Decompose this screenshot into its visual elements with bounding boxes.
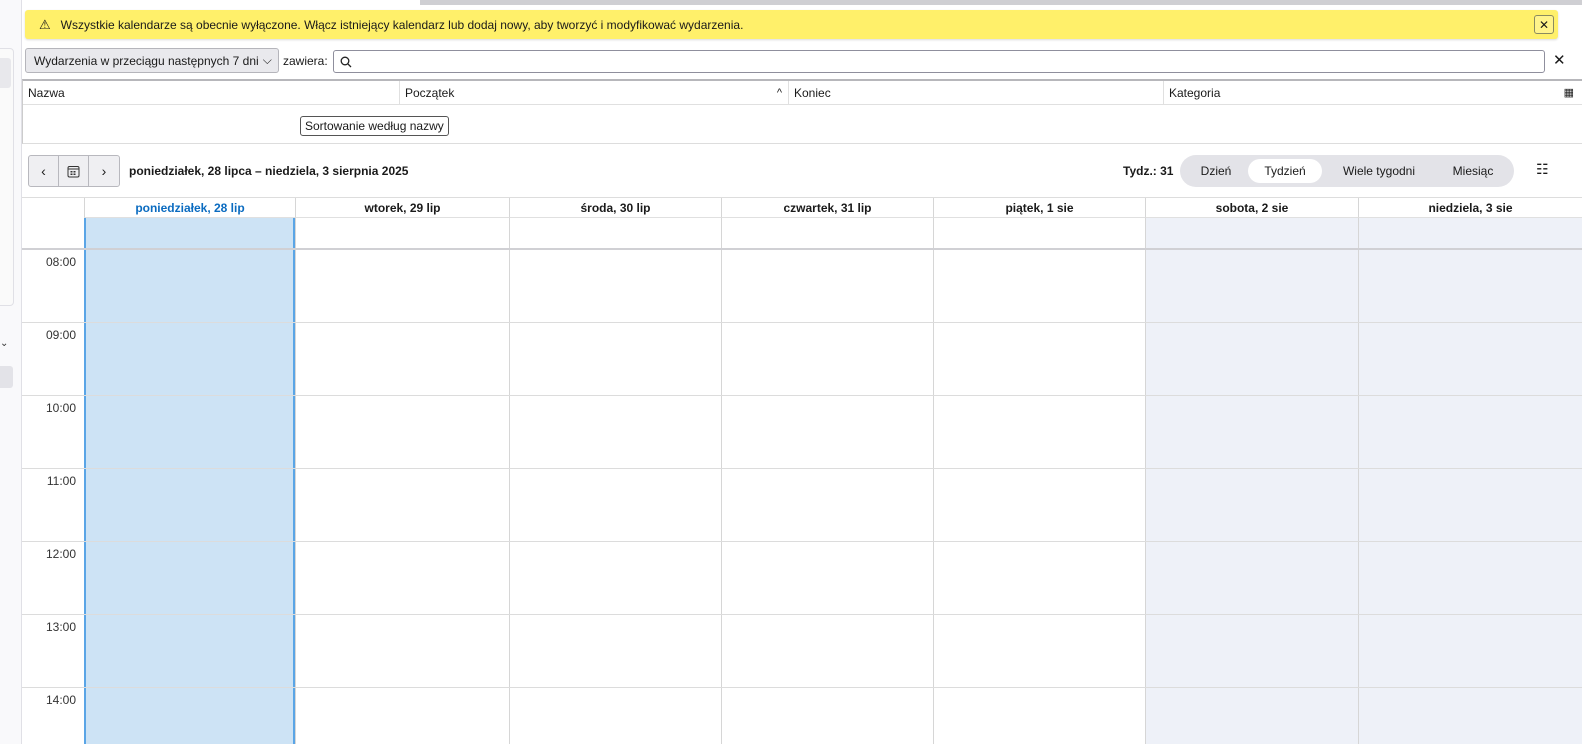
next-button[interactable]: › xyxy=(89,156,119,186)
hour-label: 11:00 xyxy=(46,474,76,488)
column-label: Koniec xyxy=(794,85,831,100)
day-column[interactable] xyxy=(933,218,1145,744)
filter-selected: Wydarzenia w przeciągu następnych 7 dni xyxy=(34,53,259,68)
top-bar xyxy=(420,0,1582,5)
hour-line xyxy=(22,614,1582,615)
hour-label: 08:00 xyxy=(45,255,76,269)
event-filter-select[interactable]: Wydarzenia w przeciągu następnych 7 dni … xyxy=(25,48,279,73)
day-header[interactable]: wtorek, 29 lip xyxy=(295,198,509,218)
day-header[interactable]: poniedziałek, 28 lip xyxy=(84,198,295,218)
column-label: Nazwa xyxy=(28,85,65,100)
search-icon xyxy=(340,56,352,67)
today-button[interactable] xyxy=(59,156,89,186)
hour-label: 14:00 xyxy=(45,693,76,707)
column-label: Początek xyxy=(405,85,455,100)
column-header-start[interactable]: Początek ^ xyxy=(400,81,789,104)
day-column[interactable] xyxy=(1358,218,1582,744)
hour-line xyxy=(22,468,1582,469)
hour-line xyxy=(22,322,1582,323)
chevron-down-icon[interactable]: ⌄ xyxy=(0,338,8,349)
previous-button[interactable]: ‹ xyxy=(29,156,59,186)
tab-day[interactable]: Dzień xyxy=(1184,159,1248,183)
day-column[interactable] xyxy=(1145,218,1358,744)
hour-label: 13:00 xyxy=(45,620,76,634)
day-header[interactable]: piątek, 1 sie xyxy=(933,198,1145,218)
sidebar: ⌄ xyxy=(0,0,22,744)
day-column[interactable] xyxy=(721,218,933,744)
day-header[interactable]: sobota, 2 sie xyxy=(1145,198,1358,218)
calendar-icon xyxy=(67,165,80,177)
column-label: Kategoria xyxy=(1169,85,1221,100)
hour-line xyxy=(22,541,1582,542)
week-number: Tydz.: 31 xyxy=(1123,164,1174,178)
hour-label: 09:00 xyxy=(45,328,76,342)
hour-line xyxy=(22,687,1582,688)
allday-separator xyxy=(22,248,1582,250)
day-header[interactable]: czwartek, 31 lip xyxy=(721,198,933,218)
view-settings-icon[interactable]: ☷ xyxy=(1536,161,1549,178)
sort-tooltip: Sortowanie według nazwy xyxy=(300,116,449,136)
day-header[interactable]: środa, 30 lip xyxy=(509,198,721,218)
day-column[interactable] xyxy=(295,218,509,744)
column-header-category[interactable]: Kategoria ▦ xyxy=(1164,81,1582,104)
search-input[interactable] xyxy=(358,54,1544,69)
events-list: Nazwa Początek ^ Koniec Kategoria ▦ xyxy=(22,79,1582,144)
day-header[interactable]: niedziela, 3 sie xyxy=(1358,198,1582,218)
clear-search-button[interactable]: ✕ xyxy=(1553,51,1566,69)
close-banner-button[interactable]: ✕ xyxy=(1534,15,1554,34)
tab-week[interactable]: Tydzień xyxy=(1248,159,1322,183)
sort-ascending-icon: ^ xyxy=(776,86,782,99)
sidebar-button[interactable] xyxy=(0,58,11,88)
chevron-down-icon: ⌵ xyxy=(262,53,272,67)
view-switcher: Dzień Tydzień Wiele tygodni Miesiąc xyxy=(1180,155,1514,187)
sidebar-button-2[interactable] xyxy=(0,366,13,388)
warning-icon: ⚠ xyxy=(39,16,51,32)
notification-banner: ⚠ Wszystkie kalendarze są obecnie wyłącz… xyxy=(25,10,1558,39)
search-field[interactable] xyxy=(333,50,1545,73)
column-header-end[interactable]: Koniec xyxy=(789,81,1164,104)
contains-label: zawiera: xyxy=(283,54,328,68)
day-column-today[interactable] xyxy=(84,218,295,744)
hour-line xyxy=(22,395,1582,396)
week-grid: poniedziałek, 28 lip wtorek, 29 lip środa,… xyxy=(22,197,1582,744)
banner-message: Wszystkie kalendarze są obecnie wyłączon… xyxy=(60,17,744,32)
date-navigation: ‹ › xyxy=(28,155,120,187)
date-range-title: poniedziałek, 28 lipca – niedziela, 3 si… xyxy=(129,164,409,178)
tab-month[interactable]: Miesiąc xyxy=(1436,159,1510,183)
hour-label: 12:00 xyxy=(45,547,76,561)
hour-label: 10:00 xyxy=(45,401,76,415)
tab-multiweek[interactable]: Wiele tygodni xyxy=(1322,159,1436,183)
day-column[interactable] xyxy=(509,218,721,744)
column-header-name[interactable]: Nazwa xyxy=(23,81,400,104)
column-picker-icon[interactable]: ▦ xyxy=(1564,86,1574,99)
